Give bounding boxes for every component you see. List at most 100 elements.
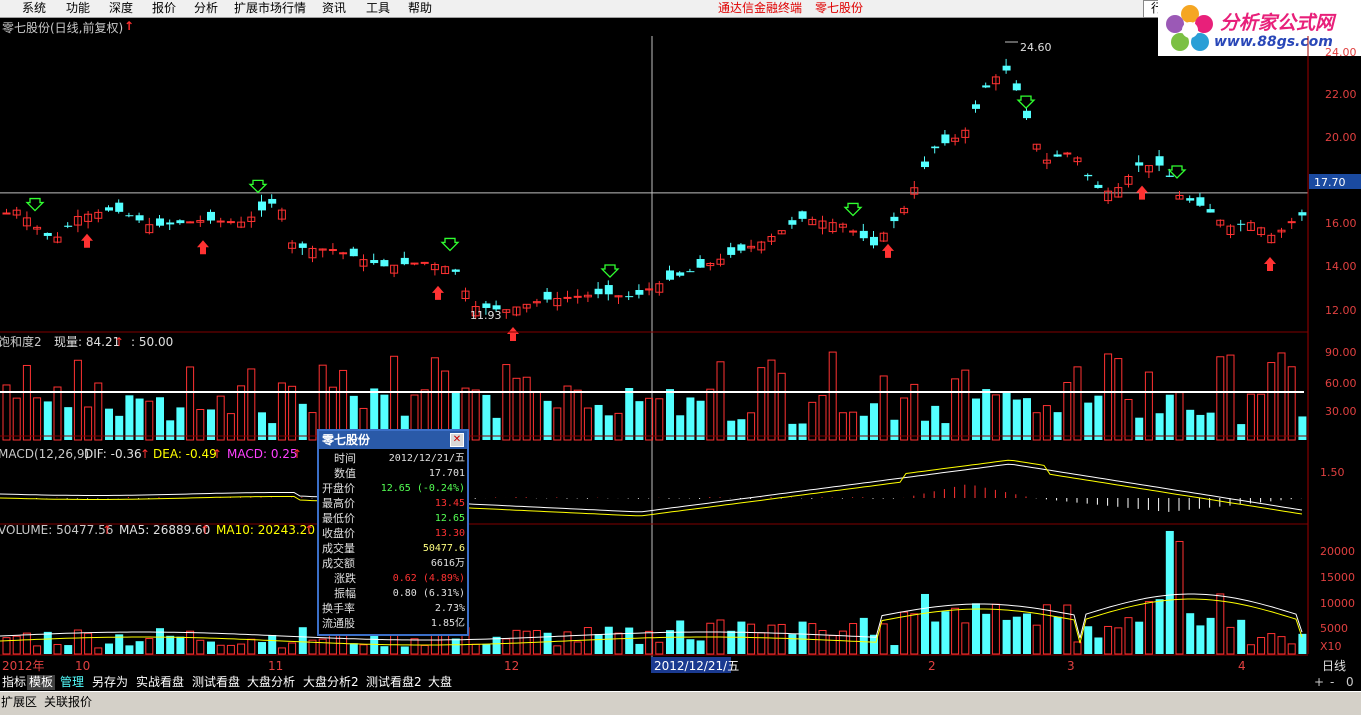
candle-body xyxy=(1012,83,1021,91)
saturation-bar xyxy=(64,407,73,440)
menu-news[interactable]: 资讯 xyxy=(322,0,346,17)
volume-bar xyxy=(1257,637,1266,655)
tab-live-view[interactable]: 实战看盘 xyxy=(134,675,186,690)
volume-bar xyxy=(247,638,256,655)
info-popup[interactable]: 零七股份 ✕ 时间 2012/12/21/五 数值 17.701 开盘价 12.65 (-… xyxy=(317,429,469,636)
candle-body xyxy=(1237,223,1246,225)
date-axis-label: 11 xyxy=(268,659,283,673)
saturation-bar xyxy=(125,395,134,440)
volume-tick-label: X10 xyxy=(1320,640,1342,653)
saturation-bar xyxy=(1084,402,1093,440)
volume-bar xyxy=(1002,619,1011,654)
candle-body xyxy=(268,198,277,204)
macd-tick-label: 1.50 xyxy=(1320,466,1345,479)
axes: 24.00 22.00 20.00 16.00 14.00 12.00 17.70 90.00… xyxy=(0,36,1361,673)
volume-bar xyxy=(482,643,491,654)
saturation-bar xyxy=(186,366,195,441)
price-tick-label: 22.00 xyxy=(1325,88,1357,101)
volume-label: VOLUME: 50477.56 xyxy=(0,523,113,537)
kline-panel xyxy=(0,36,1308,658)
price-tick-label: 14.00 xyxy=(1325,260,1357,273)
volume-bar xyxy=(583,627,592,655)
popup-row-label: 开盘价 xyxy=(322,482,355,495)
date-axis-label: 12 xyxy=(504,659,519,673)
volume-bar xyxy=(176,636,185,654)
candle-body xyxy=(696,258,705,268)
tab-indicator[interactable]: 指标 xyxy=(0,675,28,690)
popup-row-label: 数值 xyxy=(334,467,356,480)
saturation-bar xyxy=(268,423,277,440)
close-icon[interactable]: ✕ xyxy=(450,433,464,447)
saturation-bar xyxy=(135,398,144,440)
menu-tools[interactable]: 工具 xyxy=(366,0,390,17)
volume-bar xyxy=(777,623,786,655)
tab-test-view[interactable]: 测试看盘 xyxy=(190,675,242,690)
tab-manage[interactable]: 管理 xyxy=(58,675,86,690)
volume-bar xyxy=(757,632,766,655)
candle-body xyxy=(635,290,644,295)
zoom-out-button[interactable]: - xyxy=(1330,675,1334,689)
saturation-bar xyxy=(492,417,501,440)
popup-row-label: 成交额 xyxy=(322,557,355,570)
saturation-bar xyxy=(53,386,62,441)
volume-bar xyxy=(931,621,940,654)
related-quote-button[interactable]: 关联报价 xyxy=(44,694,92,710)
up-arrow-icon: ↑ xyxy=(102,523,112,537)
saturation-bar xyxy=(12,397,21,441)
volume-bar xyxy=(747,623,756,655)
tab-save-as[interactable]: 另存为 xyxy=(90,675,130,690)
tab-market[interactable]: 大盘 xyxy=(426,675,454,690)
saturation-bar xyxy=(788,423,797,440)
candle-body xyxy=(1094,184,1103,188)
extension-area-button[interactable]: 扩展区 xyxy=(1,694,37,710)
volume-bar xyxy=(838,630,847,655)
zoom-in-button[interactable]: + xyxy=(1314,675,1324,689)
volume-bar xyxy=(767,624,776,655)
volume-bar xyxy=(1267,633,1276,655)
volume-ma10-line xyxy=(0,598,1303,646)
tab-market-analysis[interactable]: 大盘分析 xyxy=(245,675,297,690)
volume-bar xyxy=(727,630,736,654)
date-axis-label: 2012年 xyxy=(2,659,45,673)
saturation-bar xyxy=(573,389,582,441)
tab-test-view-2[interactable]: 测试看盘2 xyxy=(364,675,424,690)
tab-market-analysis-2[interactable]: 大盘分析2 xyxy=(301,675,361,690)
candle-body xyxy=(1206,209,1215,213)
up-arrow-icon: ↑ xyxy=(114,335,124,349)
popup-row-label: 换手率 xyxy=(322,602,355,615)
crosshair-date-label: 2012/12/21/五 xyxy=(654,659,739,673)
volume-bar xyxy=(890,645,899,654)
volume-bar xyxy=(573,641,582,655)
tab-template[interactable]: 模板 xyxy=(27,675,56,690)
saturation-bar xyxy=(84,406,93,441)
menu-help[interactable]: 帮助 xyxy=(408,0,432,17)
volume-bar xyxy=(1135,621,1144,654)
candle-body xyxy=(543,291,552,300)
menu-extended-market[interactable]: 扩展市场行情 xyxy=(234,0,306,17)
menu-system[interactable]: 系统 xyxy=(22,0,46,17)
saturation-bar xyxy=(1144,371,1153,441)
candle-body xyxy=(1053,154,1062,157)
saturation-bar xyxy=(1104,353,1113,441)
zoom-reset-button[interactable]: 0 xyxy=(1346,675,1354,689)
volume-bar xyxy=(2,637,11,655)
volume-bar xyxy=(1032,624,1041,655)
menu-function[interactable]: 功能 xyxy=(66,0,90,17)
saturation-bar xyxy=(941,423,950,440)
menu-quote[interactable]: 报价 xyxy=(152,0,176,17)
saturation-bar xyxy=(216,395,225,441)
saturation-bar xyxy=(1267,362,1276,441)
macd-dif-line xyxy=(0,463,1303,513)
menu-depth[interactable]: 深度 xyxy=(109,0,133,17)
saturation-bar xyxy=(727,420,736,440)
saturation-bar xyxy=(921,420,929,440)
candle-body xyxy=(482,303,491,308)
popup-row-label: 流通股 xyxy=(322,617,355,630)
up-arrow-icon xyxy=(1136,185,1148,200)
menu-analysis[interactable]: 分析 xyxy=(194,0,218,17)
saturation-bar xyxy=(635,401,644,440)
volume-bar xyxy=(216,644,225,655)
stock-chart[interactable]: 24.00 22.00 20.00 16.00 14.00 12.00 17.70 90.00… xyxy=(0,18,1361,674)
volume-bar xyxy=(1165,530,1174,654)
candle-body xyxy=(298,243,307,248)
